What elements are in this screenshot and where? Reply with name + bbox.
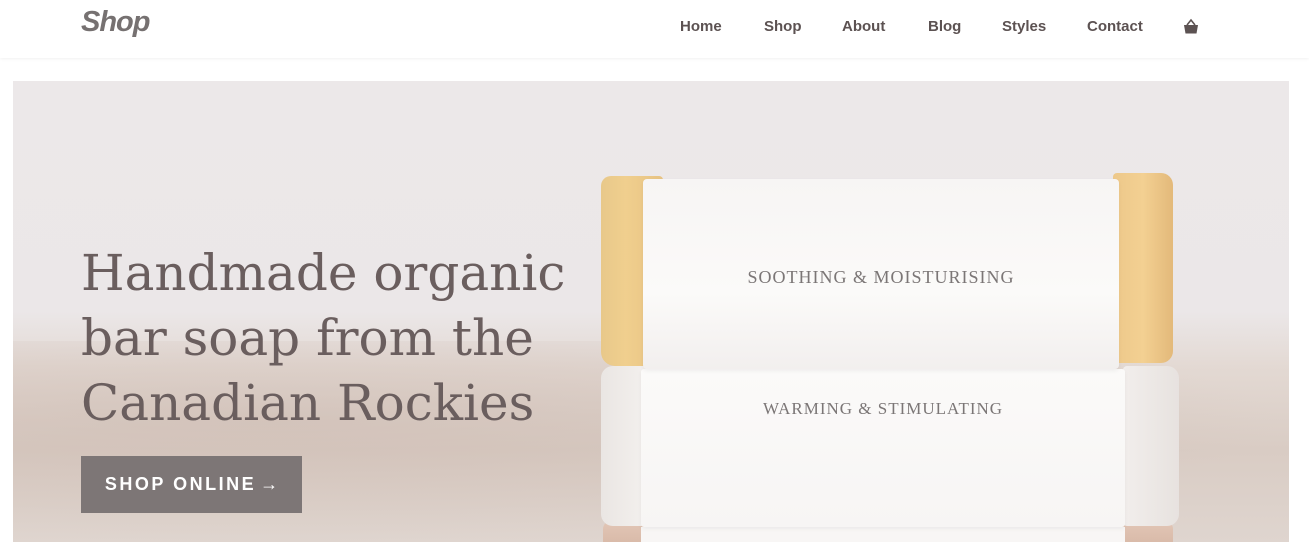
- soap-wrapper-warming: WARMING & STIMULATING: [641, 369, 1125, 527]
- nav-home[interactable]: Home: [680, 18, 722, 35]
- shopping-basket-icon[interactable]: [1182, 18, 1200, 36]
- soap-label-soothing: SOOTHING & MOISTURISING: [747, 267, 1015, 287]
- shop-online-button[interactable]: SHOP ONLINE →: [81, 456, 302, 513]
- nav-about[interactable]: About: [842, 18, 885, 35]
- hero-banner: WARMING & STIMULATING SOOTHING & MOISTUR…: [13, 81, 1289, 542]
- nav-shop[interactable]: Shop: [764, 18, 802, 35]
- hero-headline: Handmade organic bar soap from the Canad…: [81, 241, 621, 436]
- nav-styles[interactable]: Styles: [1002, 18, 1046, 35]
- arrow-right-icon: →: [260, 474, 279, 494]
- main-nav: Home Shop About Blog Styles Contact: [0, 18, 1309, 38]
- nav-blog[interactable]: Blog: [928, 18, 961, 35]
- soap-label-warming: WARMING & STIMULATING: [762, 399, 1004, 418]
- headline-line-3: Canadian Rockies: [81, 374, 535, 432]
- headline-line-2: bar soap from the: [81, 309, 534, 367]
- soap-wrapper-soothing: SOOTHING & MOISTURISING: [643, 179, 1119, 369]
- site-header: Shop Home Shop About Blog Styles Contact: [0, 0, 1309, 58]
- headline-line-1: Handmade organic: [81, 244, 566, 302]
- nav-contact[interactable]: Contact: [1087, 18, 1143, 35]
- shop-online-label: SHOP ONLINE: [104, 474, 257, 494]
